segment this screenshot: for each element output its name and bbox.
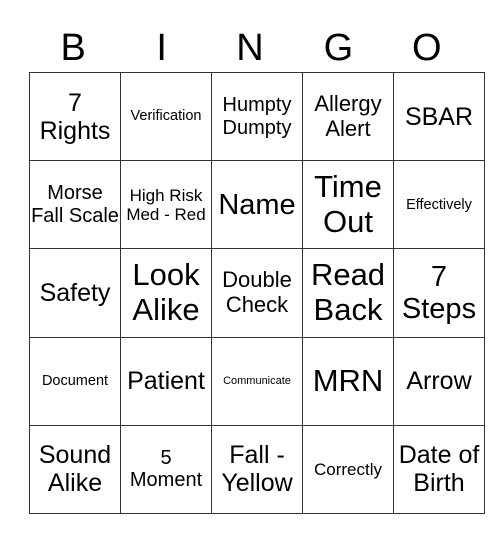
bingo-cell[interactable]: Sound Alike — [29, 424, 121, 515]
bingo-cell[interactable]: MRN — [302, 336, 394, 426]
bingo-cell[interactable]: Effectively — [393, 160, 485, 250]
bingo-cell[interactable]: High Risk Med - Red — [120, 160, 212, 250]
bingo-cell[interactable]: 7 Steps — [393, 248, 485, 338]
grid-row: Document Patient Communicate MRN Arrow — [29, 336, 485, 426]
bingo-cell[interactable]: Read Back — [302, 248, 394, 338]
bingo-cell[interactable]: Fall - Yellow — [211, 424, 303, 515]
bingo-cell[interactable]: Name — [211, 160, 303, 250]
bingo-cell[interactable]: 5 Moment — [120, 424, 212, 515]
bingo-cell[interactable]: Look Alike — [120, 248, 212, 338]
bingo-cell[interactable]: Safety — [29, 248, 121, 338]
grid-row: Morse Fall Scale High Risk Med - Red Nam… — [29, 160, 485, 250]
header-letter-o: O — [412, 27, 442, 69]
bingo-cell[interactable]: Allergy Alert — [302, 71, 394, 162]
header-letter-g: G — [323, 27, 354, 69]
header-letter-b: B — [60, 27, 86, 69]
bingo-cell[interactable]: Verification — [120, 71, 212, 162]
bingo-cell[interactable]: Communicate — [211, 336, 303, 426]
bingo-cell[interactable]: Double Check — [211, 248, 303, 338]
bingo-cell[interactable]: Document — [29, 336, 121, 426]
grid-row: 7 Rights Verification Humpty Dumpty Alle… — [29, 71, 485, 162]
header-letter-i: I — [156, 27, 167, 69]
bingo-cell[interactable]: Humpty Dumpty — [211, 71, 303, 162]
grid-row: Sound Alike 5 Moment Fall - Yellow Corre… — [29, 424, 485, 515]
bingo-cell[interactable]: Patient — [120, 336, 212, 426]
bingo-cell[interactable]: Arrow — [393, 336, 485, 426]
bingo-cell[interactable]: Date of Birth — [393, 424, 485, 515]
bingo-cell[interactable]: SBAR — [393, 71, 485, 162]
bingo-cell[interactable]: Time Out — [302, 160, 394, 250]
grid-row: Safety Look Alike Double Check Read Back… — [29, 248, 485, 338]
bingo-cell[interactable]: Morse Fall Scale — [29, 160, 121, 250]
bingo-cell[interactable]: 7 Rights — [29, 71, 121, 162]
bingo-header: B I N G O — [29, 24, 471, 72]
bingo-grid: 7 Rights Verification Humpty Dumpty Alle… — [29, 71, 485, 515]
bingo-cell[interactable]: Correctly — [302, 424, 394, 515]
header-letter-n: N — [236, 27, 264, 69]
